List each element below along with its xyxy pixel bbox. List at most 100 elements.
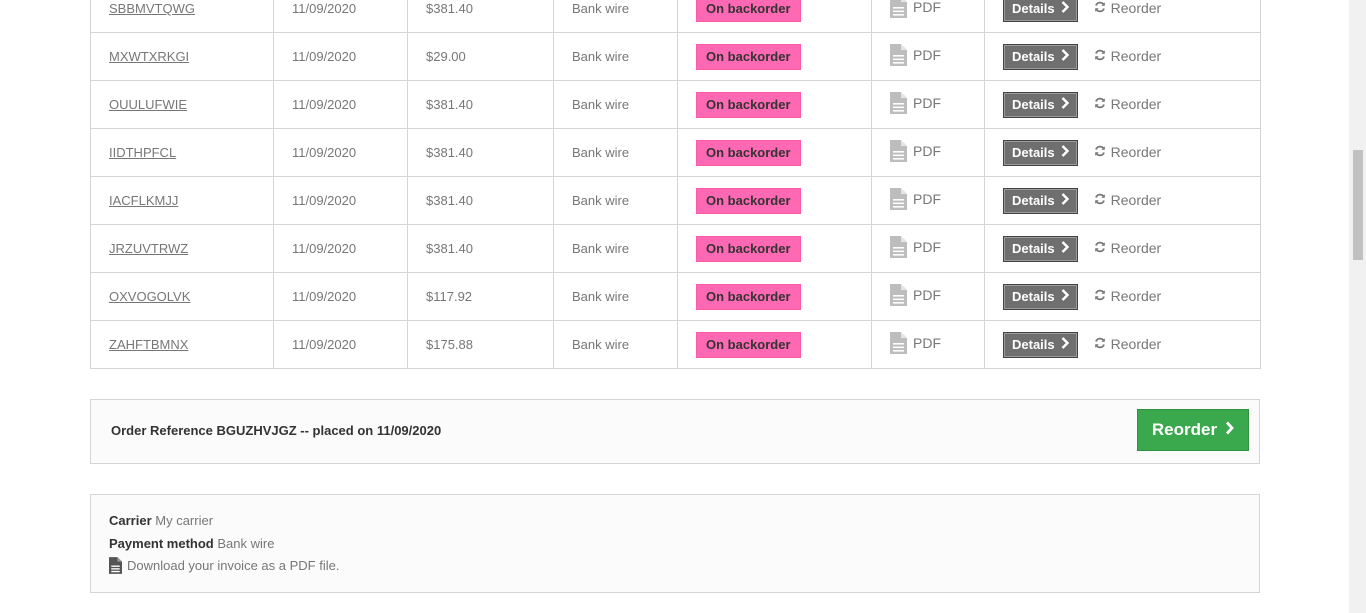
invoice-pdf-link[interactable]: PDF bbox=[890, 188, 941, 210]
file-icon bbox=[890, 188, 907, 210]
order-reference-link[interactable]: IIDTHPFCL bbox=[109, 145, 176, 160]
file-icon bbox=[890, 44, 907, 66]
scrollbar[interactable] bbox=[1349, 0, 1366, 613]
order-date: 11/09/2020 bbox=[273, 224, 408, 273]
invoice-pdf-link[interactable]: PDF bbox=[890, 92, 941, 114]
refresh-icon bbox=[1094, 48, 1106, 64]
payment-method-label: Payment method bbox=[109, 536, 214, 551]
details-button[interactable]: Details bbox=[1003, 91, 1078, 118]
file-icon bbox=[890, 92, 907, 114]
status-badge: On backorder bbox=[696, 139, 801, 166]
order-reference-link[interactable]: IACFLKMJJ bbox=[109, 193, 178, 208]
order-reference-link[interactable]: SBBMVTQWG bbox=[109, 1, 195, 16]
file-icon bbox=[890, 0, 907, 18]
chevron-right-icon bbox=[1061, 193, 1069, 208]
file-icon bbox=[109, 557, 122, 574]
invoice-pdf-link[interactable]: PDF bbox=[890, 44, 941, 66]
status-badge: On backorder bbox=[696, 91, 801, 118]
order-total-price: $29.00 bbox=[407, 32, 554, 81]
payment-method: Bank wire bbox=[553, 224, 678, 273]
download-invoice-text: Download your invoice as a PDF file. bbox=[127, 558, 340, 573]
details-label: Details bbox=[1012, 241, 1055, 256]
carrier-value: My carrier bbox=[155, 513, 214, 528]
reorder-label: Reorder bbox=[1110, 0, 1162, 16]
carrier-label: Carrier bbox=[109, 513, 152, 528]
status-badge: On backorder bbox=[696, 235, 801, 262]
invoice-pdf-label: PDF bbox=[913, 239, 941, 255]
refresh-icon bbox=[1094, 240, 1106, 256]
order-reference-link[interactable]: JRZUVTRWZ bbox=[109, 241, 188, 256]
invoice-pdf-link[interactable]: PDF bbox=[890, 236, 941, 258]
details-button[interactable]: Details bbox=[1003, 0, 1078, 22]
status-badge: On backorder bbox=[696, 0, 801, 22]
chevron-right-icon bbox=[1061, 97, 1069, 112]
reorder-link[interactable]: Reorder bbox=[1094, 96, 1161, 112]
payment-method: Bank wire bbox=[553, 176, 678, 225]
status-badge: On backorder bbox=[696, 283, 801, 310]
chevron-right-icon bbox=[1061, 241, 1069, 256]
payment-method-value: Bank wire bbox=[217, 536, 275, 551]
invoice-pdf-label: PDF bbox=[913, 95, 941, 111]
order-total-price: $117.92 bbox=[407, 272, 554, 321]
details-button[interactable]: Details bbox=[1003, 331, 1078, 358]
details-button[interactable]: Details bbox=[1003, 187, 1078, 214]
invoice-pdf-link[interactable]: PDF bbox=[890, 332, 941, 354]
payment-method-line: Payment method Bank wire bbox=[109, 536, 274, 551]
order-reference-link[interactable]: OXVOGOLVK bbox=[109, 289, 190, 304]
details-button[interactable]: Details bbox=[1003, 43, 1078, 70]
invoice-pdf-label: PDF bbox=[913, 335, 941, 351]
reorder-link[interactable]: Reorder bbox=[1094, 240, 1161, 256]
carrier-line: Carrier My carrier bbox=[109, 513, 213, 528]
reorder-button-label: Reorder bbox=[1151, 420, 1218, 439]
payment-method: Bank wire bbox=[553, 32, 678, 81]
reorder-link[interactable]: Reorder bbox=[1094, 0, 1162, 16]
refresh-icon bbox=[1094, 144, 1106, 160]
download-invoice-link[interactable]: Download your invoice as a PDF file. bbox=[109, 557, 339, 574]
reorder-link[interactable]: Reorder bbox=[1094, 48, 1162, 64]
refresh-icon bbox=[1094, 96, 1106, 112]
details-button[interactable]: Details bbox=[1003, 139, 1078, 166]
order-history-table: SBBMVTQWG 11/09/2020 $381.40 Bank wire O… bbox=[90, 0, 1261, 369]
chevron-right-icon bbox=[1061, 145, 1069, 160]
payment-method: Bank wire bbox=[553, 272, 678, 321]
details-button[interactable]: Details bbox=[1003, 283, 1078, 310]
order-date: 11/09/2020 bbox=[273, 272, 408, 321]
reorder-label: Reorder bbox=[1110, 48, 1162, 64]
order-date: 11/09/2020 bbox=[273, 128, 408, 177]
order-reference-link[interactable]: ZAHFTBMNX bbox=[109, 337, 188, 352]
order-total-price: $381.40 bbox=[407, 176, 554, 225]
details-label: Details bbox=[1012, 1, 1055, 16]
reorder-label: Reorder bbox=[1110, 192, 1162, 208]
table-row: IACFLKMJJ 11/09/2020 $381.40 Bank wire O… bbox=[90, 176, 1261, 225]
payment-method: Bank wire bbox=[553, 80, 678, 129]
refresh-icon bbox=[1094, 192, 1106, 208]
reorder-link[interactable]: Reorder bbox=[1094, 288, 1161, 304]
reorder-label: Reorder bbox=[1110, 336, 1162, 352]
scrollbar-thumb[interactable] bbox=[1353, 150, 1363, 260]
table-row: OUULUFWIE 11/09/2020 $381.40 Bank wire O… bbox=[90, 80, 1261, 129]
details-button[interactable]: Details bbox=[1003, 235, 1078, 262]
order-reference-link[interactable]: MXWTXRKGI bbox=[109, 49, 189, 64]
reorder-link[interactable]: Reorder bbox=[1094, 336, 1162, 352]
order-date: 11/09/2020 bbox=[273, 80, 408, 129]
reorder-link[interactable]: Reorder bbox=[1094, 144, 1162, 160]
chevron-right-icon bbox=[1061, 289, 1069, 304]
status-badge: On backorder bbox=[696, 187, 801, 214]
file-icon bbox=[890, 284, 907, 306]
details-label: Details bbox=[1012, 145, 1055, 160]
table-row: OXVOGOLVK 11/09/2020 $117.92 Bank wire O… bbox=[90, 272, 1261, 321]
order-total-price: $381.40 bbox=[407, 224, 554, 273]
invoice-pdf-link[interactable]: PDF bbox=[890, 284, 941, 306]
reorder-button[interactable]: Reorder bbox=[1137, 409, 1249, 451]
invoice-pdf-link[interactable]: PDF bbox=[890, 0, 941, 18]
order-date: 11/09/2020 bbox=[273, 0, 408, 33]
order-reference-link[interactable]: OUULUFWIE bbox=[109, 97, 187, 112]
order-date: 11/09/2020 bbox=[273, 176, 408, 225]
details-label: Details bbox=[1012, 193, 1055, 208]
details-label: Details bbox=[1012, 289, 1055, 304]
reorder-link[interactable]: Reorder bbox=[1094, 192, 1162, 208]
invoice-pdf-label: PDF bbox=[913, 47, 941, 63]
table-row: SBBMVTQWG 11/09/2020 $381.40 Bank wire O… bbox=[90, 0, 1261, 33]
reorder-label: Reorder bbox=[1110, 144, 1162, 160]
invoice-pdf-link[interactable]: PDF bbox=[890, 140, 941, 162]
